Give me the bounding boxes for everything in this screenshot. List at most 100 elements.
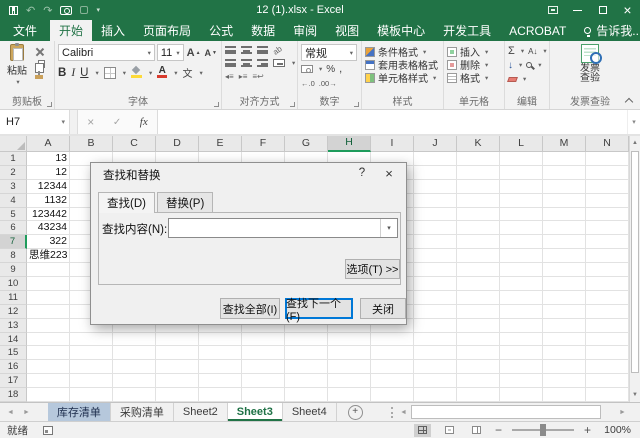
cell-E16[interactable] bbox=[199, 360, 242, 374]
cell-N18[interactable] bbox=[586, 388, 629, 402]
cell-B14[interactable] bbox=[70, 333, 113, 347]
row-header-2[interactable]: 2 bbox=[0, 166, 27, 180]
dialog-close-button[interactable]: × bbox=[381, 166, 397, 181]
dialog-help-button[interactable]: ? bbox=[354, 167, 370, 179]
cell-F18[interactable] bbox=[242, 388, 285, 402]
cell-N13[interactable] bbox=[586, 319, 629, 333]
cell-M15[interactable] bbox=[543, 346, 586, 360]
cell-L17[interactable] bbox=[500, 374, 543, 388]
column-header-E[interactable]: E bbox=[199, 136, 242, 152]
name-box-caret-icon[interactable]: ▾ bbox=[61, 118, 65, 126]
copy-icon[interactable] bbox=[38, 60, 45, 68]
tab-模板中心[interactable]: 模板中心 bbox=[368, 20, 434, 41]
column-header-I[interactable]: I bbox=[371, 136, 414, 152]
italic-button[interactable]: I bbox=[71, 67, 75, 79]
sheet-tab-Sheet3[interactable]: Sheet3 bbox=[228, 403, 283, 421]
bold-button[interactable]: B bbox=[58, 67, 66, 79]
cell-J8[interactable] bbox=[414, 249, 457, 263]
cell-K8[interactable] bbox=[457, 249, 500, 263]
align-center-icon[interactable] bbox=[241, 59, 252, 67]
cell-J7[interactable] bbox=[414, 235, 457, 249]
cell-K7[interactable] bbox=[457, 235, 500, 249]
clipboard-dialog-launcher-icon[interactable] bbox=[47, 102, 52, 107]
column-header-M[interactable]: M bbox=[543, 136, 586, 152]
cell-A4[interactable]: 1132 bbox=[27, 194, 70, 208]
cell-L12[interactable] bbox=[500, 305, 543, 319]
cell-I17[interactable] bbox=[371, 374, 414, 388]
cancel-entry-icon[interactable] bbox=[87, 115, 94, 129]
cell-J17[interactable] bbox=[414, 374, 457, 388]
row-header-15[interactable]: 15 bbox=[0, 346, 27, 360]
increase-decimal-icon[interactable] bbox=[301, 79, 315, 88]
cell-L3[interactable] bbox=[500, 180, 543, 194]
cell-D14[interactable] bbox=[156, 333, 199, 347]
row-header-12[interactable]: 12 bbox=[0, 305, 27, 319]
zoom-out-button[interactable]: − bbox=[495, 423, 502, 437]
cell-D17[interactable] bbox=[156, 374, 199, 388]
find-what-dropdown-icon[interactable] bbox=[380, 219, 397, 237]
cell-M13[interactable] bbox=[543, 319, 586, 333]
scroll-right-icon[interactable] bbox=[615, 403, 630, 421]
cell-B18[interactable] bbox=[70, 388, 113, 402]
cell-L2[interactable] bbox=[500, 166, 543, 180]
align-bottom-icon[interactable] bbox=[257, 46, 268, 54]
cell-K9[interactable] bbox=[457, 263, 500, 277]
cell-K6[interactable] bbox=[457, 221, 500, 235]
tab-视图[interactable]: 视图 bbox=[326, 20, 368, 41]
formula-bar-expand-icon[interactable] bbox=[627, 110, 640, 134]
tab-file[interactable]: 文件 bbox=[0, 20, 50, 41]
column-header-K[interactable]: K bbox=[457, 136, 500, 152]
increase-font-icon[interactable] bbox=[186, 47, 202, 59]
prev-sheet-icon[interactable] bbox=[7, 409, 14, 416]
cell-J12[interactable] bbox=[414, 305, 457, 319]
row-header-9[interactable]: 9 bbox=[0, 263, 27, 277]
row-header-4[interactable]: 4 bbox=[0, 194, 27, 208]
row-header-16[interactable]: 16 bbox=[0, 360, 27, 374]
column-header-F[interactable]: F bbox=[242, 136, 285, 152]
cell-H15[interactable] bbox=[328, 346, 371, 360]
cell-M5[interactable] bbox=[543, 208, 586, 222]
cell-E18[interactable] bbox=[199, 388, 242, 402]
find-what-input[interactable] bbox=[169, 219, 380, 237]
cell-M17[interactable] bbox=[543, 374, 586, 388]
insert-function-icon[interactable]: fx bbox=[140, 116, 148, 128]
page-layout-view-button[interactable] bbox=[441, 424, 458, 437]
row-header-6[interactable]: 6 bbox=[0, 221, 27, 235]
cell-K1[interactable] bbox=[457, 152, 500, 166]
cell-N4[interactable] bbox=[586, 194, 629, 208]
cell-E15[interactable] bbox=[199, 346, 242, 360]
sheet-tab-库存清单[interactable]: 库存清单 bbox=[48, 403, 111, 421]
horizontal-scrollbar-track[interactable] bbox=[601, 403, 615, 421]
cell-N10[interactable] bbox=[586, 277, 629, 291]
cell-D18[interactable] bbox=[156, 388, 199, 402]
insert-cells-button[interactable]: 插入 bbox=[447, 45, 501, 58]
cell-M8[interactable] bbox=[543, 249, 586, 263]
cell-L15[interactable] bbox=[500, 346, 543, 360]
cell-A7[interactable]: 322 bbox=[27, 235, 70, 249]
cell-I15[interactable] bbox=[371, 346, 414, 360]
cell-A13[interactable] bbox=[27, 319, 70, 333]
accounting-format-icon[interactable] bbox=[301, 65, 313, 73]
scroll-left-icon[interactable] bbox=[396, 403, 411, 421]
cell-L5[interactable] bbox=[500, 208, 543, 222]
cell-F17[interactable] bbox=[242, 374, 285, 388]
sheet-tab-Sheet4[interactable]: Sheet4 bbox=[283, 403, 337, 421]
row-header-18[interactable]: 18 bbox=[0, 388, 27, 402]
cell-J3[interactable] bbox=[414, 180, 457, 194]
collapse-ribbon-icon[interactable] bbox=[624, 97, 634, 105]
cell-N1[interactable] bbox=[586, 152, 629, 166]
sheet-tab-Sheet2[interactable]: Sheet2 bbox=[174, 403, 228, 421]
cell-F15[interactable] bbox=[242, 346, 285, 360]
paste-button[interactable]: 粘贴 bbox=[3, 44, 31, 96]
close-button[interactable]: × bbox=[615, 0, 640, 20]
format-cells-button[interactable]: 格式 bbox=[447, 71, 501, 84]
cell-M18[interactable] bbox=[543, 388, 586, 402]
cell-A14[interactable] bbox=[27, 333, 70, 347]
cell-C15[interactable] bbox=[113, 346, 156, 360]
column-header-A[interactable]: A bbox=[27, 136, 70, 152]
decrease-decimal-icon[interactable] bbox=[319, 79, 337, 88]
dialog-tab-查找(D)[interactable]: 查找(D) bbox=[98, 192, 155, 213]
tab-页面布局[interactable]: 页面布局 bbox=[134, 20, 200, 41]
cell-D15[interactable] bbox=[156, 346, 199, 360]
borders-icon[interactable] bbox=[104, 67, 116, 79]
